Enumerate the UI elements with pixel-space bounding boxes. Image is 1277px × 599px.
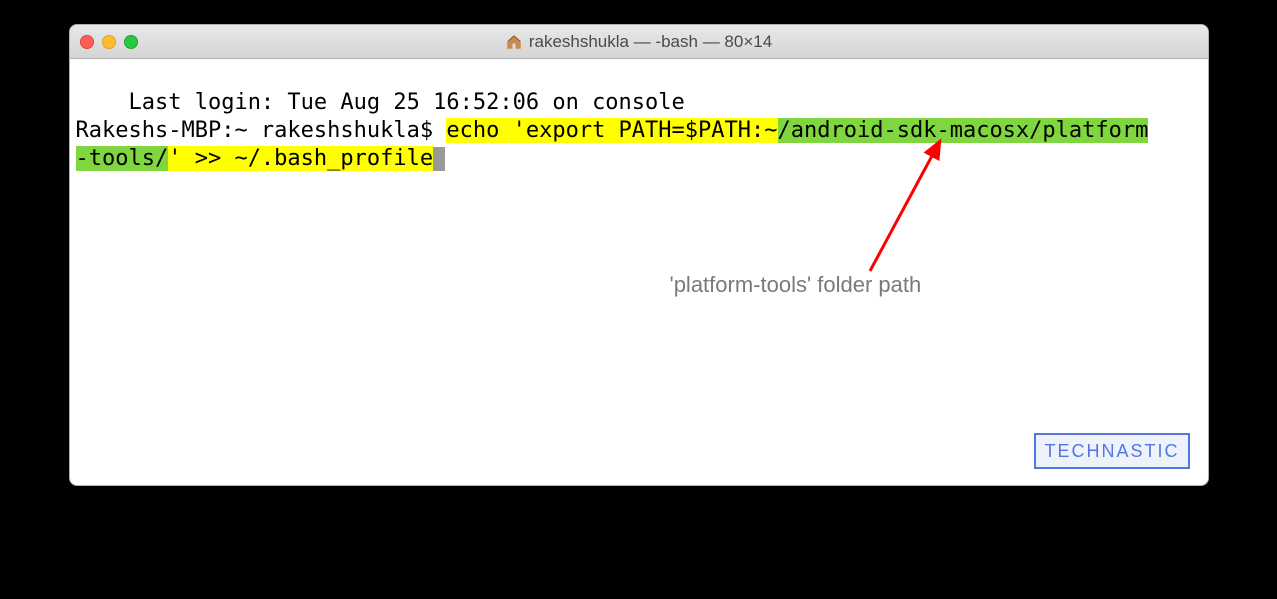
terminal-window: rakeshshukla — -bash — 80×14 Last login:…	[69, 24, 1209, 486]
command-green-part2: -tools/	[76, 146, 169, 171]
zoom-button[interactable]	[124, 35, 138, 49]
terminal-cursor	[433, 147, 445, 171]
command-yellow-part2: ' >> ~/.bash_profile	[168, 146, 433, 171]
watermark-logo: TECHNASTIC	[1034, 433, 1189, 469]
window-title-text: rakeshshukla — -bash — 80×14	[529, 32, 772, 52]
window-title: rakeshshukla — -bash — 80×14	[70, 32, 1208, 52]
traffic-lights	[80, 35, 138, 49]
command-green-part1: /android-sdk-macosx/platform	[778, 118, 1149, 143]
shell-prompt: Rakeshs-MBP:~ rakeshshukla$	[76, 118, 447, 143]
terminal-body[interactable]: Last login: Tue Aug 25 16:52:06 on conso…	[70, 59, 1208, 485]
command-yellow-part1: echo 'export PATH=$PATH:~	[446, 118, 777, 143]
window-titlebar[interactable]: rakeshshukla — -bash — 80×14	[70, 25, 1208, 59]
minimize-button[interactable]	[102, 35, 116, 49]
annotation-label: 'platform-tools' folder path	[670, 271, 922, 299]
home-icon	[505, 33, 523, 51]
annotation-arrow	[840, 131, 1000, 281]
close-button[interactable]	[80, 35, 94, 49]
last-login-line: Last login: Tue Aug 25 16:52:06 on conso…	[128, 90, 684, 115]
